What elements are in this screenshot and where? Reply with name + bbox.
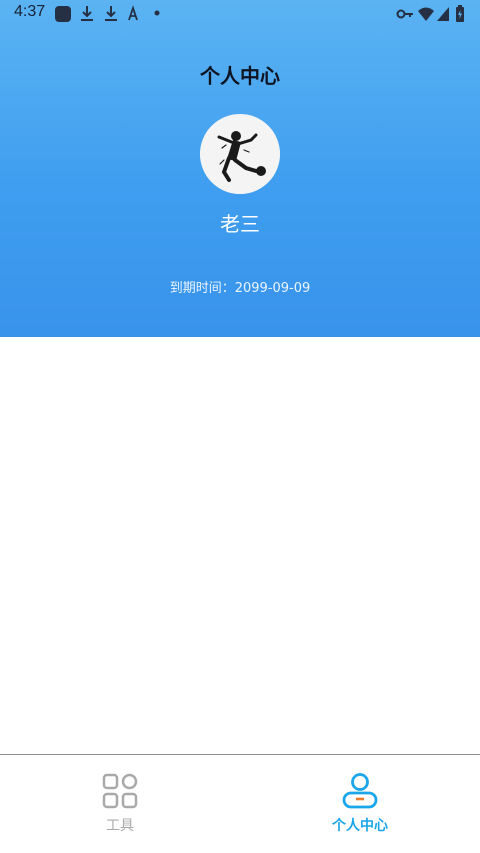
tab-profile-label: 个人中心 bbox=[332, 818, 388, 834]
profile-screen: 4:37 个人中心 老三 到期时间：2099-09-09 工具 个人中心 bbox=[0, 0, 480, 853]
vpn-key-icon bbox=[396, 9, 413, 19]
user-icon bbox=[342, 773, 378, 809]
tab-tools-label: 工具 bbox=[106, 818, 134, 834]
avatar-silhouette-image bbox=[200, 114, 280, 194]
profile-header: 4:37 个人中心 老三 到期时间：2099-09-09 bbox=[0, 0, 480, 337]
tab-tools[interactable]: 工具 bbox=[0, 755, 240, 853]
avatar[interactable] bbox=[200, 114, 280, 194]
dot-icon bbox=[154, 10, 160, 16]
username: 老三 bbox=[220, 212, 260, 236]
tab-profile[interactable]: 个人中心 bbox=[240, 755, 480, 853]
signal-icon bbox=[437, 7, 449, 21]
expiry-date: 2099-09-09 bbox=[234, 281, 311, 296]
status-time: 4:37 bbox=[14, 3, 46, 20]
wifi-icon bbox=[418, 7, 434, 21]
bottom-tab-bar: 工具 个人中心 bbox=[0, 754, 480, 853]
font-a-icon bbox=[128, 5, 138, 21]
page-title: 个人中心 bbox=[200, 64, 280, 88]
download-icon bbox=[105, 6, 117, 21]
download-icon bbox=[81, 6, 93, 21]
battery-icon bbox=[456, 5, 464, 22]
app-square-icon bbox=[55, 6, 71, 22]
expiry-label: 到期时间： bbox=[169, 281, 235, 296]
status-bar: 4:37 bbox=[0, 0, 480, 26]
expiry-info: 到期时间：2099-09-09 bbox=[0, 277, 480, 296]
grid-icon bbox=[102, 773, 138, 809]
